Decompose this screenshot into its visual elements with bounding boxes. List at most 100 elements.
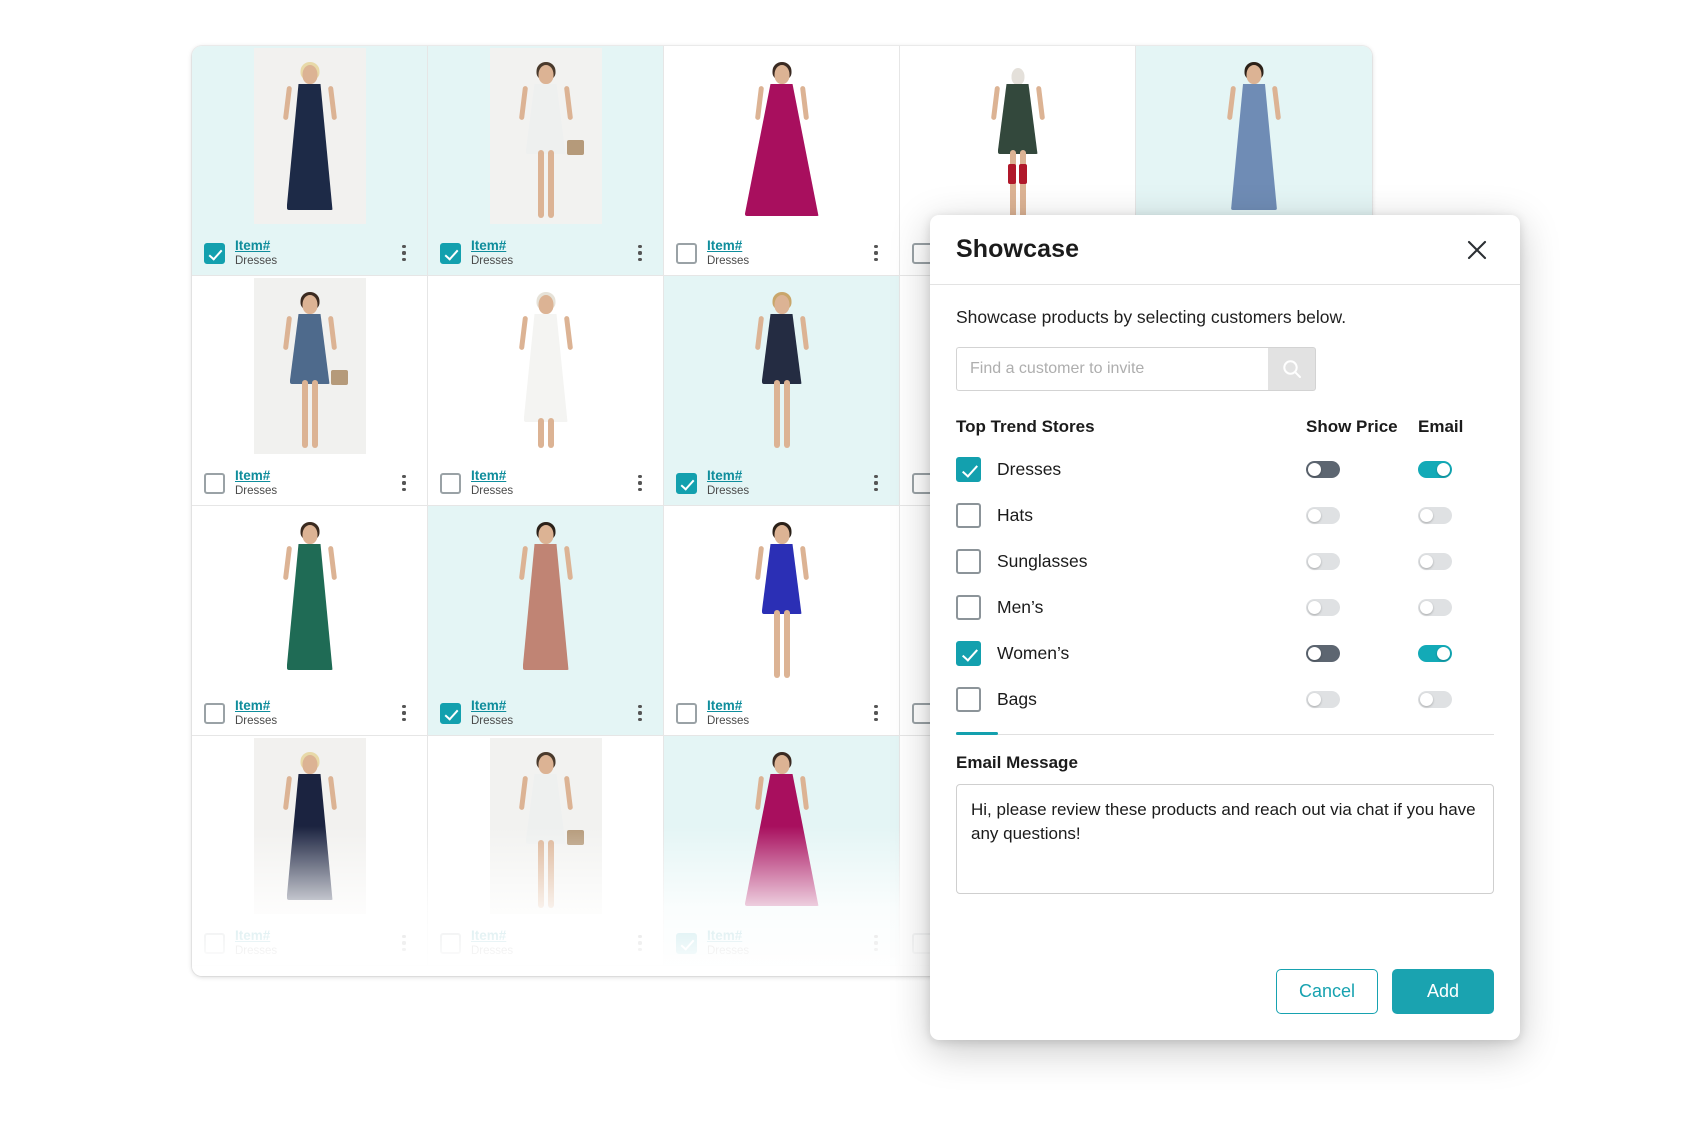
stores-list[interactable]: Dresses Hats Sunglasses Men’s Women’s Bags: [930, 446, 1520, 734]
show-price-toggle[interactable]: [1306, 507, 1340, 524]
list-scroll-indicator[interactable]: [956, 732, 998, 735]
product-item-link[interactable]: Item#: [471, 468, 513, 484]
kebab-menu-icon[interactable]: [395, 702, 413, 724]
product-cell[interactable]: Item#Dresses: [192, 506, 428, 736]
email-toggle[interactable]: [1418, 691, 1452, 708]
product-item-link[interactable]: Item#: [235, 698, 277, 714]
product-cell[interactable]: Item#Dresses: [428, 46, 664, 276]
store-checkbox[interactable]: [956, 503, 981, 528]
store-checkbox[interactable]: [956, 457, 981, 482]
product-select-checkbox[interactable]: [204, 243, 225, 264]
product-select-checkbox[interactable]: [204, 473, 225, 494]
product-select-checkbox[interactable]: [440, 933, 461, 954]
cancel-button[interactable]: Cancel: [1276, 969, 1378, 1014]
store-row[interactable]: Dresses: [956, 446, 1494, 492]
product-item-link[interactable]: Item#: [707, 468, 749, 484]
product-select-checkbox[interactable]: [676, 933, 697, 954]
kebab-menu-icon[interactable]: [395, 242, 413, 264]
product-select-checkbox[interactable]: [676, 473, 697, 494]
show-price-toggle[interactable]: [1306, 461, 1340, 478]
product-cell[interactable]: Item#Dresses: [192, 46, 428, 276]
email-toggle[interactable]: [1418, 461, 1452, 478]
product-item-link[interactable]: Item#: [235, 928, 277, 944]
kebab-menu-icon[interactable]: [631, 472, 649, 494]
email-toggle[interactable]: [1418, 645, 1452, 662]
dialog-subtitle: Showcase products by selecting customers…: [956, 307, 1494, 328]
store-label: Hats: [997, 505, 1033, 526]
store-checkbox[interactable]: [956, 549, 981, 574]
product-meta: Item#Dresses: [428, 461, 663, 505]
product-item-link[interactable]: Item#: [707, 238, 749, 254]
product-cell[interactable]: Item#Dresses: [428, 506, 664, 736]
product-select-checkbox[interactable]: [204, 933, 225, 954]
kebab-menu-icon[interactable]: [631, 702, 649, 724]
product-select-checkbox[interactable]: [440, 243, 461, 264]
kebab-menu-icon[interactable]: [867, 932, 885, 954]
show-price-toggle[interactable]: [1306, 645, 1340, 662]
product-labels: Item#Dresses: [707, 928, 749, 959]
email-toggle[interactable]: [1418, 599, 1452, 616]
kebab-menu-icon[interactable]: [867, 242, 885, 264]
store-row[interactable]: Hats: [956, 492, 1494, 538]
product-select-checkbox[interactable]: [440, 703, 461, 724]
store-name-cell[interactable]: Sunglasses: [956, 549, 1306, 574]
kebab-menu-icon[interactable]: [631, 932, 649, 954]
store-row[interactable]: Women’s: [956, 630, 1494, 676]
product-item-link[interactable]: Item#: [471, 928, 513, 944]
show-price-toggle[interactable]: [1306, 691, 1340, 708]
product-item-link[interactable]: Item#: [235, 468, 277, 484]
add-button[interactable]: Add: [1392, 969, 1494, 1014]
search-input[interactable]: [956, 347, 1268, 391]
search-icon[interactable]: [1268, 347, 1316, 391]
product-select-checkbox[interactable]: [676, 703, 697, 724]
product-cell[interactable]: Item#Dresses: [664, 736, 900, 966]
product-select-checkbox[interactable]: [204, 703, 225, 724]
store-name-cell[interactable]: Men’s: [956, 595, 1306, 620]
product-labels: Item#Dresses: [471, 698, 513, 729]
product-cell[interactable]: Item#Dresses: [664, 46, 900, 276]
kebab-menu-icon[interactable]: [631, 242, 649, 264]
email-toggle[interactable]: [1418, 553, 1452, 570]
store-name-cell[interactable]: Dresses: [956, 457, 1306, 482]
product-item-link[interactable]: Item#: [707, 698, 749, 714]
product-thumbnail: [428, 46, 663, 231]
dialog-title: Showcase: [956, 235, 1079, 264]
product-item-link[interactable]: Item#: [471, 238, 513, 254]
stores-table-header: Top Trend Stores Show Price Email: [956, 417, 1494, 446]
store-name-cell[interactable]: Bags: [956, 687, 1306, 712]
email-toggle[interactable]: [1418, 507, 1452, 524]
product-select-checkbox[interactable]: [676, 243, 697, 264]
show-price-toggle[interactable]: [1306, 599, 1340, 616]
store-name-cell[interactable]: Women’s: [956, 641, 1306, 666]
close-icon[interactable]: [1460, 233, 1494, 267]
product-cell[interactable]: Item#Dresses: [428, 736, 664, 966]
kebab-menu-icon[interactable]: [395, 472, 413, 494]
product-item-link[interactable]: Item#: [235, 238, 277, 254]
product-labels: Item#Dresses: [235, 468, 277, 499]
product-cell[interactable]: Item#Dresses: [664, 276, 900, 506]
kebab-menu-icon[interactable]: [395, 932, 413, 954]
show-price-toggle[interactable]: [1306, 553, 1340, 570]
showcase-dialog: Showcase Showcase products by selecting …: [930, 215, 1520, 1040]
store-name-cell[interactable]: Hats: [956, 503, 1306, 528]
product-cell[interactable]: Item#Dresses: [192, 276, 428, 506]
store-row[interactable]: Bags: [956, 676, 1494, 722]
product-item-link[interactable]: Item#: [471, 698, 513, 714]
store-row[interactable]: Men’s: [956, 584, 1494, 630]
product-item-link[interactable]: Item#: [707, 928, 749, 944]
kebab-menu-icon[interactable]: [867, 702, 885, 724]
product-category-label: Dresses: [707, 715, 749, 728]
store-row[interactable]: Sunglasses: [956, 538, 1494, 584]
kebab-menu-icon[interactable]: [867, 472, 885, 494]
store-checkbox[interactable]: [956, 687, 981, 712]
product-select-checkbox[interactable]: [440, 473, 461, 494]
email-message-input[interactable]: [956, 784, 1494, 894]
screen: Item#DressesItem#DressesItem#DressesItem…: [0, 0, 1700, 1148]
product-meta: Item#Dresses: [428, 231, 663, 275]
product-cell[interactable]: Item#Dresses: [192, 736, 428, 966]
dialog-header: Showcase: [930, 215, 1520, 285]
store-checkbox[interactable]: [956, 641, 981, 666]
product-cell[interactable]: Item#Dresses: [428, 276, 664, 506]
product-cell[interactable]: Item#Dresses: [664, 506, 900, 736]
store-checkbox[interactable]: [956, 595, 981, 620]
